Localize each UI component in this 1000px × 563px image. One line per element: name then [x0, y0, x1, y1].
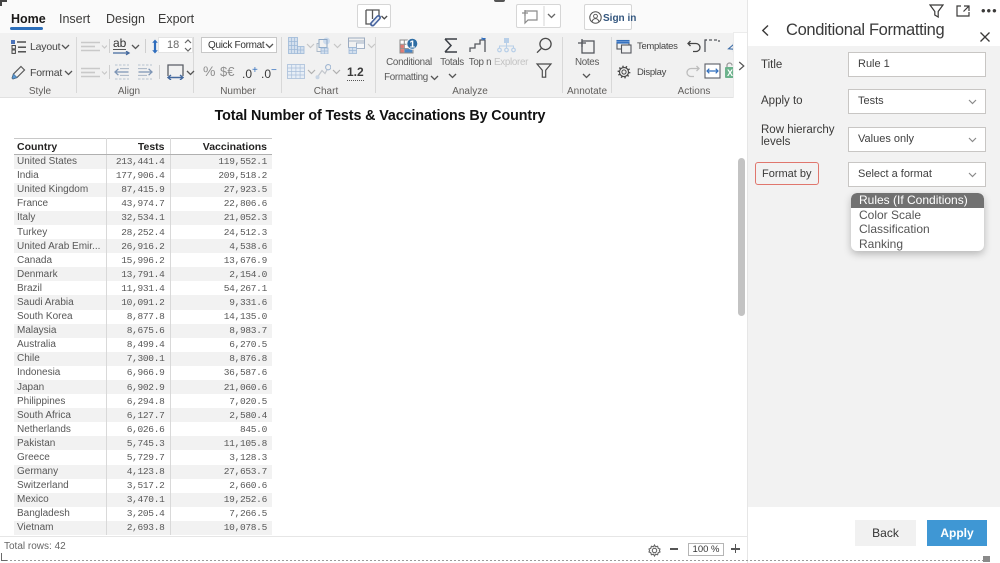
- svg-text:1: 1: [409, 39, 415, 51]
